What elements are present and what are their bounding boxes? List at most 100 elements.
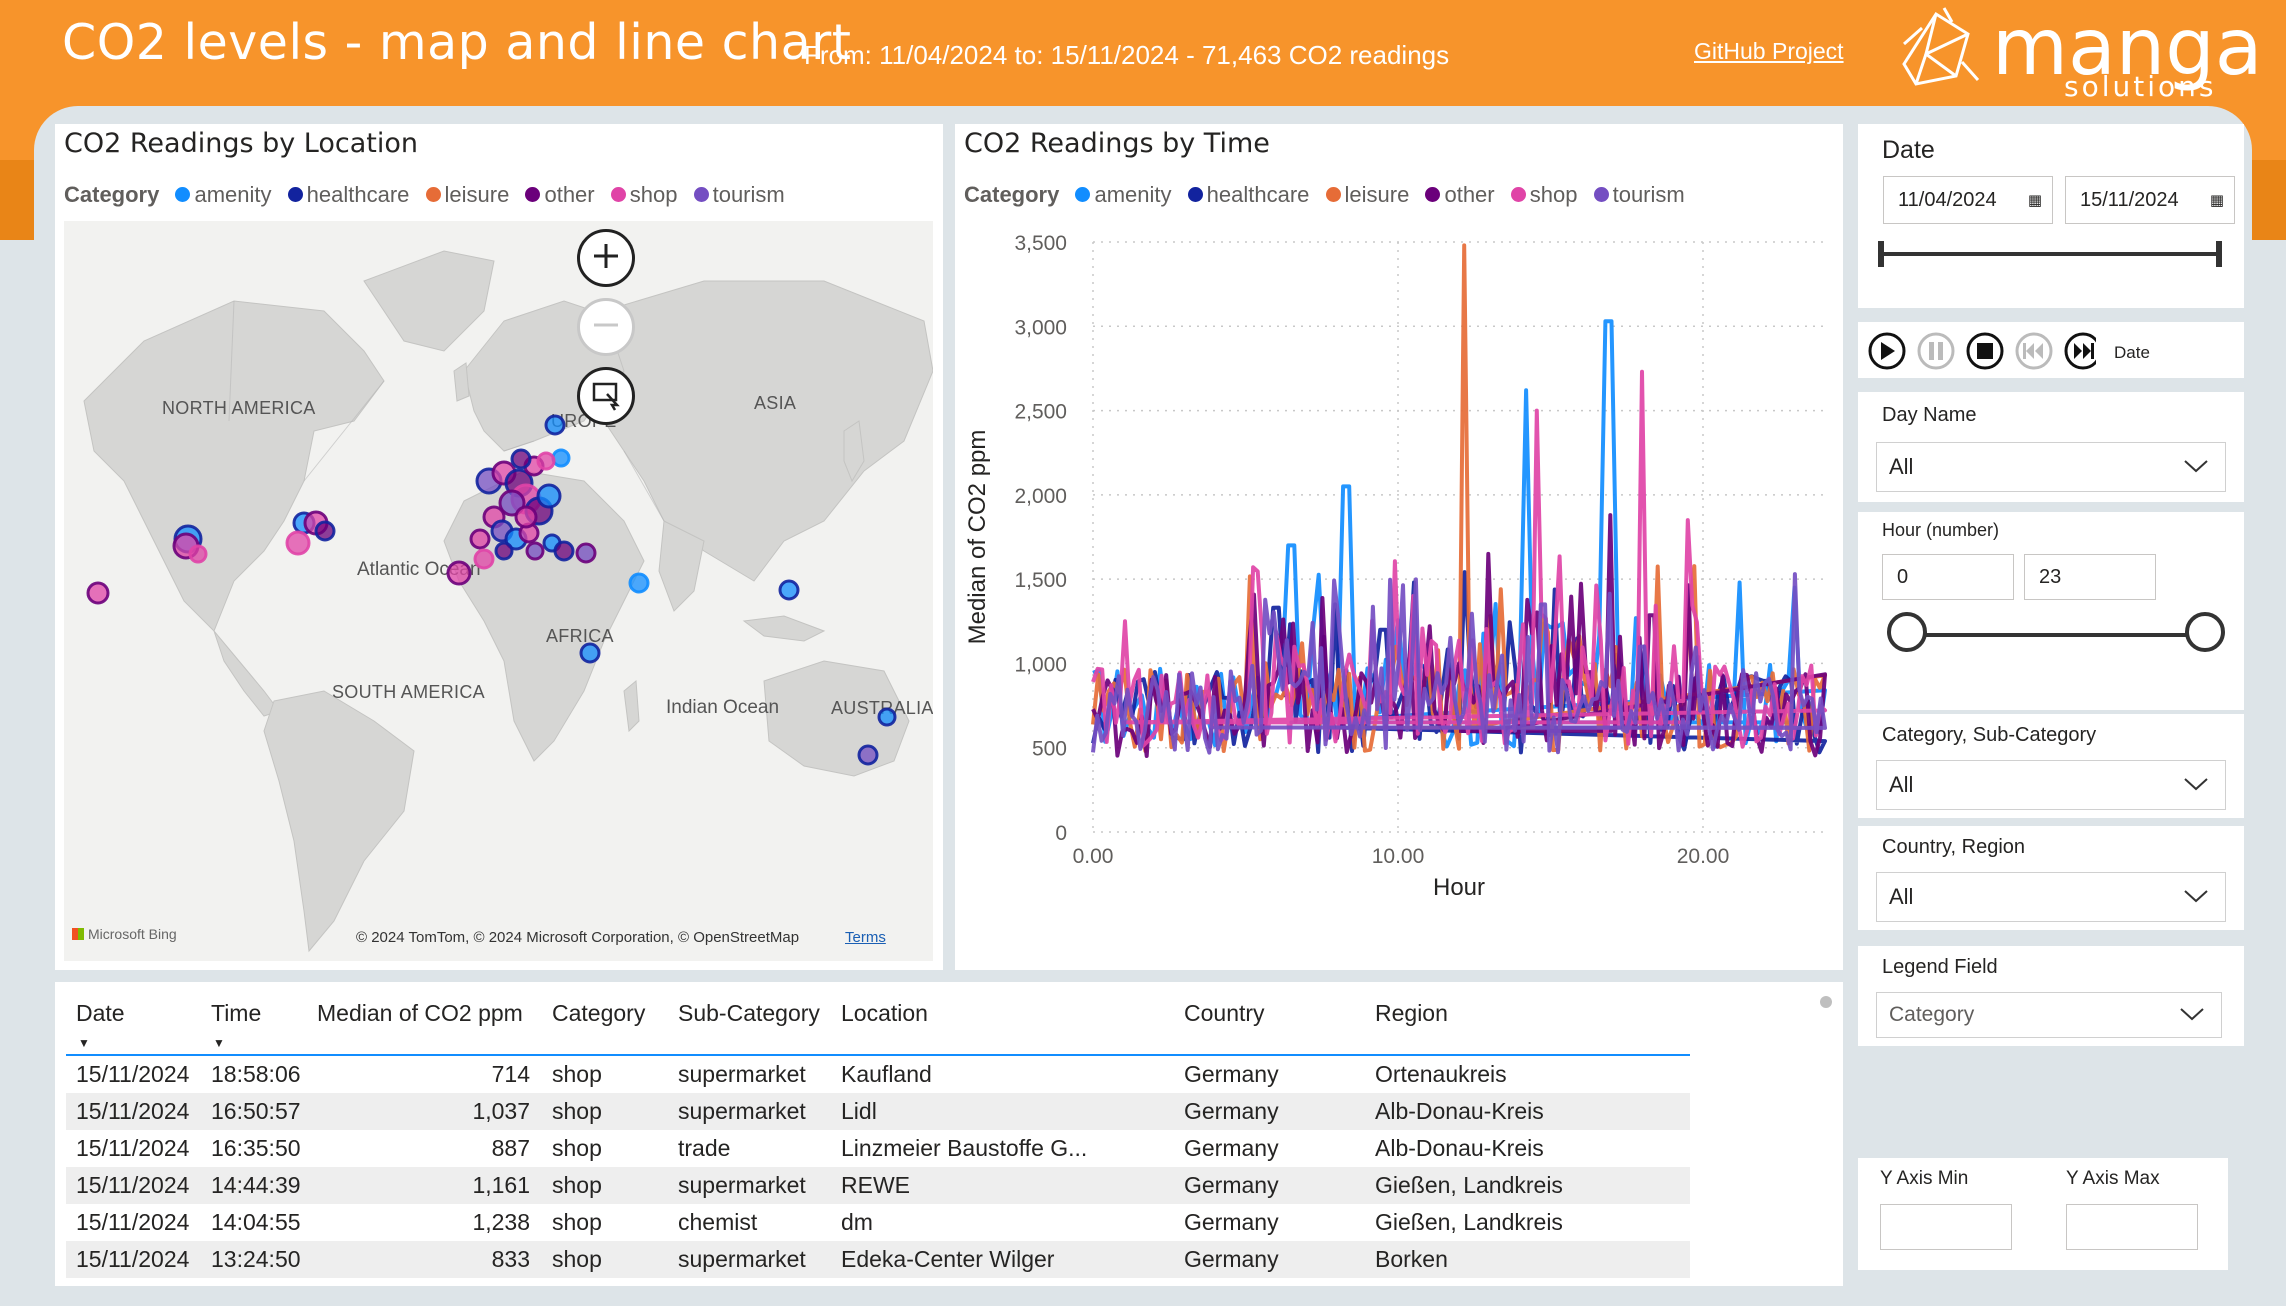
legend-item-tourism[interactable]: tourism <box>693 182 785 207</box>
y-axis-title: Median of CO2 ppm <box>964 430 991 645</box>
table-cell: 1,238 <box>472 1209 530 1235</box>
table-cell: Gießen, Landkreis <box>1375 1209 1563 1235</box>
table-cell: trade <box>678 1135 731 1161</box>
col-category[interactable]: Category <box>542 988 668 1056</box>
map-bubble <box>536 483 562 509</box>
table-cell: 15/11/2024 <box>76 1209 190 1235</box>
table-cell: shop <box>552 1209 602 1235</box>
legend-item-amenity[interactable]: amenity <box>1075 182 1172 207</box>
legend-item-healthcare[interactable]: healthcare <box>287 182 409 207</box>
table-cell: 15/11/2024 <box>76 1061 190 1087</box>
table-row[interactable]: 15/11/2024 16:35:50 887 shop trade Linzmeier … <box>66 1130 1690 1167</box>
hour-slider-track[interactable] <box>1910 633 2206 637</box>
map-bubble <box>510 448 532 470</box>
previous-button <box>2015 332 2053 370</box>
hour-min-input[interactable]: 0 <box>1882 554 2014 600</box>
y-tick-label: 1,000 <box>1014 653 1067 676</box>
table-cell: Borken <box>1365 1241 1690 1278</box>
col-time[interactable]: Time ▼ <box>201 988 307 1056</box>
hour-slider-start-handle[interactable] <box>1887 612 1927 652</box>
table-cell: chemist <box>678 1209 758 1235</box>
table-cell: 714 <box>491 1061 530 1087</box>
play-button <box>1868 332 1906 370</box>
zoom-in-button[interactable] <box>577 229 635 287</box>
legend-item-leisure[interactable]: leisure <box>425 182 509 207</box>
table-cell: shop <box>552 1135 602 1161</box>
chart-legend: Category amenity healthcare leisure othe… <box>964 182 1695 208</box>
col-country[interactable]: Country <box>1174 988 1365 1056</box>
github-project-link[interactable]: GitHub Project <box>1694 38 1844 65</box>
category-dropdown[interactable]: All <box>1876 760 2226 810</box>
map-bubble <box>86 581 110 605</box>
map-bubble <box>628 572 650 594</box>
chart-title: CO2 Readings by Time <box>964 128 1270 159</box>
legend-item-other[interactable]: other <box>1425 182 1495 207</box>
legend-item-shop[interactable]: shop <box>1510 182 1577 207</box>
date-from-input[interactable]: 11/04/2024 ▦ <box>1883 176 2053 224</box>
col-median[interactable]: Median of CO2 ppm <box>307 988 542 1056</box>
table-cell: Alb-Donau-Kreis <box>1365 1093 1690 1130</box>
sort-desc-icon: ▼ <box>78 1036 90 1050</box>
plus-icon <box>589 239 623 278</box>
hour-max-input[interactable]: 23 <box>2024 554 2156 600</box>
table-row[interactable]: 15/11/2024 16:50:57 1,037 shop supermarket Li… <box>66 1093 1690 1130</box>
country-slicer-title: Country, Region <box>1882 836 2026 858</box>
map-bubble <box>857 744 879 766</box>
table-cell: 15/11/2024 <box>76 1135 190 1161</box>
y-tick-label: 500 <box>1032 738 1067 761</box>
table-row[interactable]: 15/11/2024 14:44:39 1,161 shop supermarket RE… <box>66 1167 1690 1204</box>
table-cell: 887 <box>491 1135 530 1161</box>
y-tick-label: 3,500 <box>1014 232 1067 255</box>
table-cell: Germany <box>1174 1093 1365 1130</box>
col-subcategory[interactable]: Sub-Category <box>668 988 831 1056</box>
date-to-input[interactable]: 15/11/2024 ▦ <box>2065 176 2235 224</box>
table-row[interactable]: 15/11/2024 13:24:50 833 shop supermarket Edek… <box>66 1241 1690 1278</box>
table-cell: Edeka-Center Wilger <box>831 1241 1174 1278</box>
sort-desc-icon: ▼ <box>213 1036 225 1050</box>
table-row[interactable]: 15/11/2024 18:58:06 714 shop supermarket Kauf… <box>66 1055 1690 1093</box>
map-terms-link[interactable]: Terms <box>845 929 886 946</box>
table-cell: supermarket <box>668 1241 831 1278</box>
y-axis-max-input[interactable] <box>2066 1204 2198 1250</box>
date-slider-end-handle[interactable] <box>2216 241 2222 267</box>
scrollbar-thumb[interactable] <box>1820 996 1832 1008</box>
map-title: CO2 Readings by Location <box>64 128 419 159</box>
col-date[interactable]: Date ▼ <box>66 988 201 1056</box>
microsoft-icon <box>72 928 84 940</box>
date-slider-track[interactable] <box>1882 252 2220 256</box>
map-bubbles[interactable] <box>64 221 933 961</box>
date-range-summary: From: 11/04/2024 to: 15/11/2024 - 71,463… <box>804 40 1450 70</box>
legend-field-dropdown[interactable]: Category <box>1876 992 2222 1038</box>
legend-item-leisure[interactable]: leisure <box>1325 182 1409 207</box>
lasso-select-button[interactable] <box>577 367 635 425</box>
category-slicer-title: Category, Sub-Category <box>1882 724 2097 746</box>
y-axis-min-input[interactable] <box>1880 1204 2012 1250</box>
world-map[interactable]: NORTH AMERICA UROPE ASIA Atlantic Ocean … <box>64 221 933 961</box>
legend-item-amenity[interactable]: amenity <box>175 182 272 207</box>
col-region[interactable]: Region <box>1365 988 1690 1056</box>
map-bubble <box>314 520 336 542</box>
chart-legend-title: Category <box>964 182 1060 207</box>
map-bubble <box>494 541 514 561</box>
zoom-out-button[interactable] <box>577 298 635 356</box>
legend-item-healthcare[interactable]: healthcare <box>1187 182 1309 207</box>
country-dropdown[interactable]: All <box>1876 872 2226 922</box>
map-bubble <box>514 505 538 529</box>
chevron-down-icon <box>2180 1008 2204 1021</box>
legend-item-tourism[interactable]: tourism <box>1593 182 1685 207</box>
map-copyright: © 2024 TomTom, © 2024 Microsoft Corporat… <box>356 929 800 946</box>
col-location[interactable]: Location <box>831 988 1174 1056</box>
table-row[interactable]: 15/11/2024 14:04:55 1,238 shop chemist dm Germ… <box>66 1204 1690 1241</box>
date-slider-start-handle[interactable] <box>1878 241 1884 267</box>
day-name-dropdown[interactable]: All <box>1876 442 2226 492</box>
table-cell: supermarket <box>678 1061 806 1087</box>
hour-slider-end-handle[interactable] <box>2185 612 2225 652</box>
y-axis-min-title: Y Axis Min <box>1880 1168 1969 1189</box>
table-cell: 1,037 <box>307 1093 542 1130</box>
line-chart[interactable]: 0 500 1,000 1,500 2,000 2,500 3,000 3,500 0.00 10… <box>955 210 1843 970</box>
table-cell: Germany <box>1184 1209 1279 1235</box>
map-bubble <box>575 542 597 564</box>
legend-item-shop[interactable]: shop <box>610 182 677 207</box>
table-cell: dm <box>841 1209 873 1235</box>
legend-item-other[interactable]: other <box>525 182 595 207</box>
